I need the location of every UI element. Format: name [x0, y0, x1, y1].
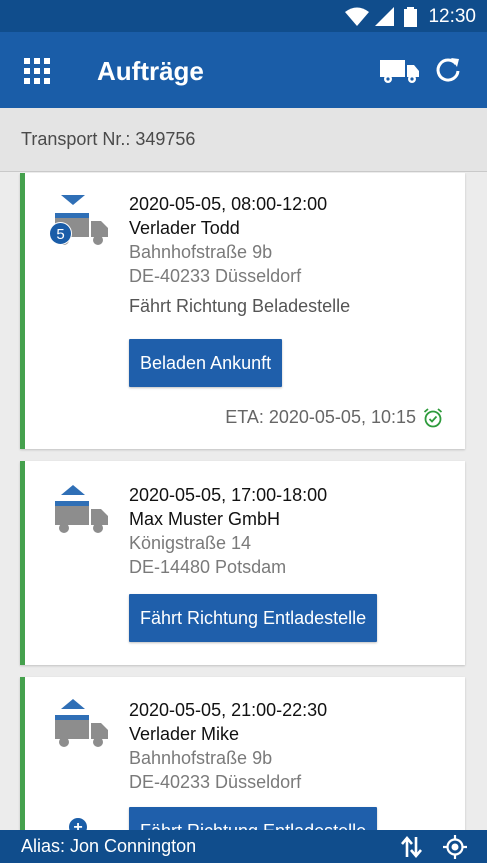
shipper-name: Verlader Todd [129, 218, 240, 238]
battery-icon [404, 7, 417, 27]
city: DE-40233 Düsseldorf [129, 772, 302, 792]
city: DE-40233 Düsseldorf [129, 266, 302, 286]
shipper-name: Verlader Mike [129, 724, 240, 744]
truck-icon[interactable] [380, 56, 420, 84]
city: DE-14480 Potsdam [129, 557, 287, 577]
arrive-loading-button[interactable]: Beladen Ankunft [129, 339, 283, 387]
sort-arrows-icon[interactable] [399, 835, 423, 859]
signal-icon [375, 7, 394, 26]
transport-header: Transport Nr.: 349756 [0, 108, 487, 172]
order-card[interactable]: 2020-05-05, 21:00-22:30 Verlader Mike Ba… [20, 677, 465, 830]
eta-text: ETA: 2020-05-05, 10:15 [225, 407, 416, 427]
street: Königstraße 14 [129, 533, 252, 553]
order-list[interactable]: 5 2020-05-05, 08:00-12:00 Verlader Todd … [0, 173, 487, 830]
gps-locate-icon[interactable] [443, 835, 467, 859]
order-details: 2020-05-05, 17:00-18:00 Max Muster GmbH … [129, 483, 327, 579]
street: Bahnhofstraße 9b [129, 242, 273, 262]
alias-label: Alias: Jon Connington [21, 836, 197, 856]
alarm-check-icon [423, 407, 443, 427]
wifi-icon [345, 7, 369, 26]
truck-loading-icon [55, 485, 108, 533]
drive-to-unloading-button[interactable]: Fährt Richtung Entladestelle [129, 594, 378, 642]
apps-grid-icon[interactable] [24, 58, 50, 84]
eta: ETA: 2020-05-05, 10:15 [225, 407, 443, 428]
shipper-name: Max Muster GmbH [129, 509, 281, 529]
order-details: 2020-05-05, 21:00-22:30 Verlader Mike Ba… [129, 698, 327, 794]
transport-number: Transport Nr.: 349756 [21, 129, 196, 149]
page-title: Aufträge [97, 56, 204, 86]
time-window: 2020-05-05, 08:00-12:00 [129, 194, 328, 214]
refresh-icon[interactable] [434, 55, 462, 83]
order-details: 2020-05-05, 08:00-12:00 Verlader Todd Ba… [129, 192, 350, 318]
status-text: Fährt Richtung Beladestelle [129, 296, 351, 316]
time-window: 2020-05-05, 17:00-18:00 [129, 485, 328, 505]
app-bar: Aufträge [0, 32, 487, 108]
truck-loading-icon [55, 699, 108, 747]
order-card[interactable]: 5 2020-05-05, 08:00-12:00 Verlader Todd … [20, 173, 465, 449]
status-bar: 12:30 [0, 0, 487, 32]
street: Bahnhofstraße 9b [129, 748, 273, 768]
drive-to-unloading-button[interactable]: Fährt Richtung Entladestelle [129, 807, 378, 830]
clock: 12:30 [428, 6, 476, 27]
time-window: 2020-05-05, 21:00-22:30 [129, 700, 328, 720]
order-card[interactable]: 2020-05-05, 17:00-18:00 Max Muster GmbH … [20, 461, 465, 665]
stop-count-badge: 5 [49, 222, 72, 245]
bottom-bar: Alias: Jon Connington [0, 830, 487, 863]
